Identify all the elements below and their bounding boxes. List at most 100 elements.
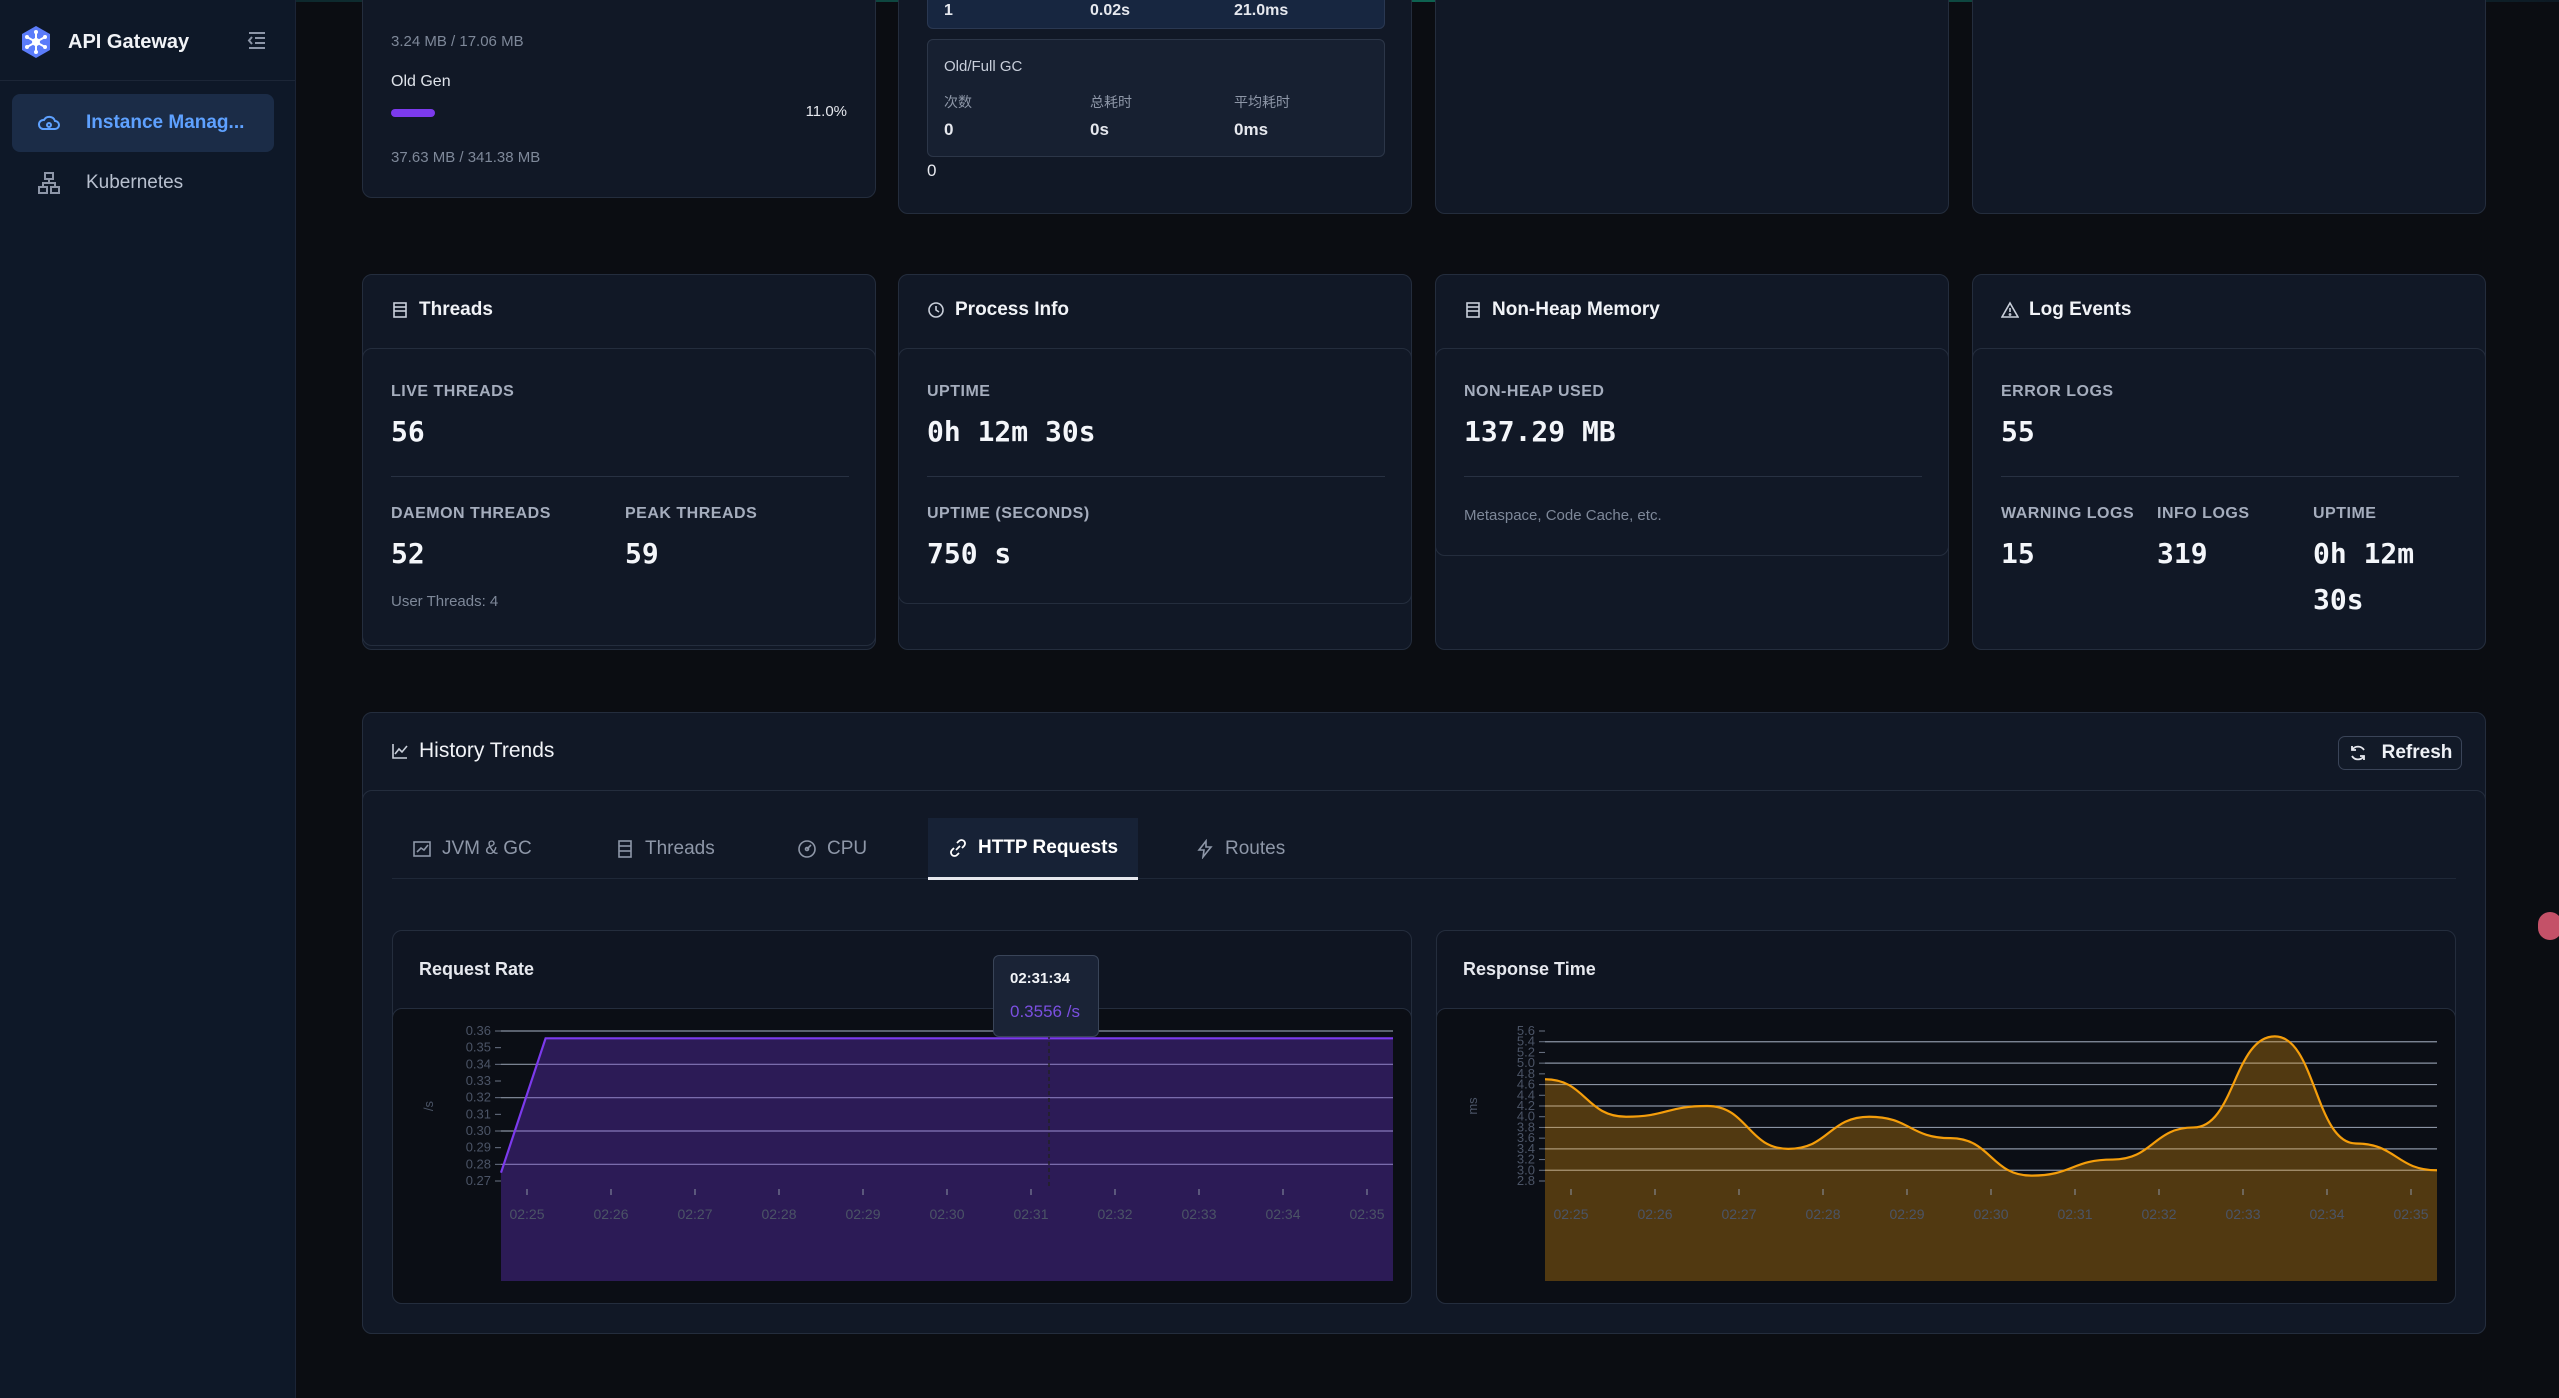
y-tick-label: 0.36 bbox=[466, 1023, 491, 1038]
nonheap-title: Non-Heap Memory bbox=[1492, 299, 1660, 320]
list-icon bbox=[393, 302, 407, 318]
error-logs-label: ERROR LOGS bbox=[2001, 383, 2114, 400]
sidebar-divider bbox=[0, 80, 295, 81]
refresh-label: Refresh bbox=[2381, 742, 2453, 763]
gauge-icon bbox=[798, 840, 816, 858]
old-gen-percent: 11.0% bbox=[805, 103, 847, 120]
x-tick-label: 02:32 bbox=[1097, 1206, 1132, 1222]
log-uptime-value-line2: 30s bbox=[2313, 583, 2364, 616]
old-gen-label: Old Gen bbox=[391, 73, 451, 90]
y-tick-label: 0.35 bbox=[466, 1040, 491, 1055]
list-icon bbox=[618, 840, 632, 858]
log-uptime-value: 0h 12m bbox=[2313, 537, 2415, 570]
request-rate-title: Request Rate bbox=[419, 959, 535, 979]
y-tick-label: 5.6 bbox=[1517, 1023, 1535, 1038]
daemon-threads-value: 52 bbox=[391, 537, 425, 570]
divider bbox=[1464, 476, 1922, 477]
nonheap-card-header: Non-Heap Memory bbox=[1464, 299, 1660, 321]
peak-threads-label: PEAK THREADS bbox=[625, 505, 758, 522]
response-time-chart[interactable]: ms2.83.03.23.43.63.84.04.24.44.64.85.05.… bbox=[1437, 1009, 2455, 1303]
tab-cpu[interactable]: CPU bbox=[777, 818, 887, 880]
sidebar-item-kubernetes[interactable]: Kubernetes bbox=[12, 154, 274, 212]
tab-jvm-gc[interactable]: JVM & GC bbox=[392, 818, 552, 880]
y-axis-label: /s bbox=[421, 1100, 436, 1111]
nonheap-body: NON-HEAP USED 137.29 MB Metaspace, Code … bbox=[1435, 348, 1949, 556]
request-rate-chart[interactable]: /s 0.27 0.280.29 0.30 0.310.32 0.33 0.340.35 0.… bbox=[393, 1009, 1411, 1303]
old-gc-total: 0s bbox=[1090, 120, 1109, 139]
memory-card-partial: 3.24 MB / 17.06 MB Old Gen 11.0% 37.63 M… bbox=[362, 0, 876, 198]
user-threads: User Threads: 4 bbox=[391, 593, 499, 610]
info-logs-label: INFO LOGS bbox=[2157, 505, 2250, 522]
y-tick-label: 0.33 bbox=[466, 1073, 491, 1088]
divider bbox=[2001, 476, 2459, 477]
warning-triangle-icon bbox=[2001, 301, 2019, 318]
log-events-card-header: Log Events bbox=[2001, 299, 2131, 321]
daemon-threads-label: DAEMON THREADS bbox=[391, 505, 551, 522]
chart-line-icon bbox=[392, 744, 408, 759]
warning-logs-label: WARNING LOGS bbox=[2001, 505, 2135, 522]
process-body: UPTIME 0h 12m 30s UPTIME (SECONDS) 750 s bbox=[898, 348, 1412, 604]
error-logs-value: 55 bbox=[2001, 415, 2035, 448]
x-tick-label: 02:25 bbox=[509, 1206, 544, 1222]
threads-title: Threads bbox=[419, 299, 493, 320]
x-tick-label: 02:30 bbox=[1973, 1206, 2008, 1222]
log-events-title: Log Events bbox=[2029, 299, 2132, 320]
y-tick-label: 0.30 bbox=[466, 1123, 491, 1138]
old-gc-avg-label: 平均耗时 bbox=[1234, 94, 1290, 110]
old-gen-progress-bar bbox=[391, 109, 435, 117]
tab-routes[interactable]: Routes bbox=[1175, 818, 1305, 880]
nonheap-used-label: NON-HEAP USED bbox=[1464, 383, 1605, 400]
divider bbox=[391, 476, 849, 477]
menu-collapse-icon[interactable] bbox=[245, 28, 269, 52]
bolt-icon bbox=[1197, 839, 1213, 859]
log-events-body: ERROR LOGS 55 WARNING LOGS 15 INFO LOGS … bbox=[1972, 348, 2486, 650]
x-tick-label: 02:28 bbox=[761, 1206, 796, 1222]
gc-card-partial: 1 0.02s 21.0ms Old/Full GC 次数 总耗时 平均耗时 0… bbox=[898, 0, 1412, 214]
x-tick-label: 02:35 bbox=[2393, 1206, 2428, 1222]
uptime-seconds-label: UPTIME (SECONDS) bbox=[927, 505, 1090, 522]
x-tick-label: 02:29 bbox=[845, 1206, 880, 1222]
process-title: Process Info bbox=[955, 299, 1070, 320]
sidebar-item-instance-management[interactable]: Instance Manag... bbox=[12, 94, 274, 152]
x-tick-label: 02:29 bbox=[1889, 1206, 1924, 1222]
tab-threads[interactable]: Threads bbox=[595, 818, 735, 880]
old-gc-count-label: 次数 bbox=[944, 94, 972, 110]
app-title: API Gateway bbox=[68, 30, 190, 53]
tab-label: CPU bbox=[827, 838, 868, 859]
tab-http-requests[interactable]: HTTP Requests bbox=[928, 818, 1139, 880]
log-uptime-label: UPTIME bbox=[2313, 505, 2377, 522]
chart-tooltip: 02:31:34 0.3556 /s bbox=[993, 955, 1099, 1037]
uptime-seconds-value: 750 s bbox=[927, 537, 1012, 570]
old-gc-total-label: 总耗时 bbox=[1090, 94, 1132, 110]
history-trends-title: History Trends bbox=[419, 739, 555, 762]
uptime-label: UPTIME bbox=[927, 383, 991, 400]
response-time-chart-area: ms 2.8 3.0 3.2 3.4 3.6 3.8 4.0 4.2 4.4 4.6 4.8 5.0 5.… bbox=[1436, 1008, 2456, 1304]
nonheap-note: Metaspace, Code Cache, etc. bbox=[1464, 507, 1662, 524]
threads-card-header: Threads bbox=[391, 299, 493, 321]
tab-label: HTTP Requests bbox=[978, 836, 1119, 858]
warning-logs-value: 15 bbox=[2001, 537, 2035, 570]
x-tick-label: 02:26 bbox=[593, 1206, 628, 1222]
info-logs-value: 319 bbox=[2157, 537, 2208, 570]
young-gc-avg: 21.0ms bbox=[1234, 2, 1289, 19]
refresh-icon bbox=[2350, 745, 2365, 761]
x-tick-label: 02:33 bbox=[2225, 1206, 2260, 1222]
refresh-button[interactable]: Refresh bbox=[2338, 736, 2462, 770]
uptime-value: 0h 12m 30s bbox=[927, 415, 1096, 448]
peak-threads-value: 59 bbox=[625, 537, 659, 570]
old-gc-avg: 0ms bbox=[1234, 120, 1269, 139]
divider bbox=[927, 476, 1385, 477]
young-gc-row: 1 0.02s 21.0ms bbox=[927, 0, 1385, 29]
live-threads-value: 56 bbox=[391, 415, 425, 448]
old-gc-title: Old/Full GC bbox=[944, 58, 1023, 75]
old-gc-box: Old/Full GC 次数 总耗时 平均耗时 0 0s 0ms bbox=[927, 39, 1385, 157]
sidebar-item-label: Kubernetes bbox=[86, 172, 184, 193]
area-fill bbox=[1545, 1036, 2437, 1281]
empty-card-partial bbox=[1435, 0, 1949, 214]
x-tick-label: 02:28 bbox=[1805, 1206, 1840, 1222]
floating-action-button[interactable] bbox=[2538, 912, 2559, 940]
x-tick-label: 02:31 bbox=[1013, 1206, 1048, 1222]
young-gen-memory: 3.24 MB / 17.06 MB bbox=[391, 33, 524, 50]
x-tick-label: 02:27 bbox=[1721, 1206, 1756, 1222]
brand[interactable]: API Gateway bbox=[18, 22, 189, 62]
